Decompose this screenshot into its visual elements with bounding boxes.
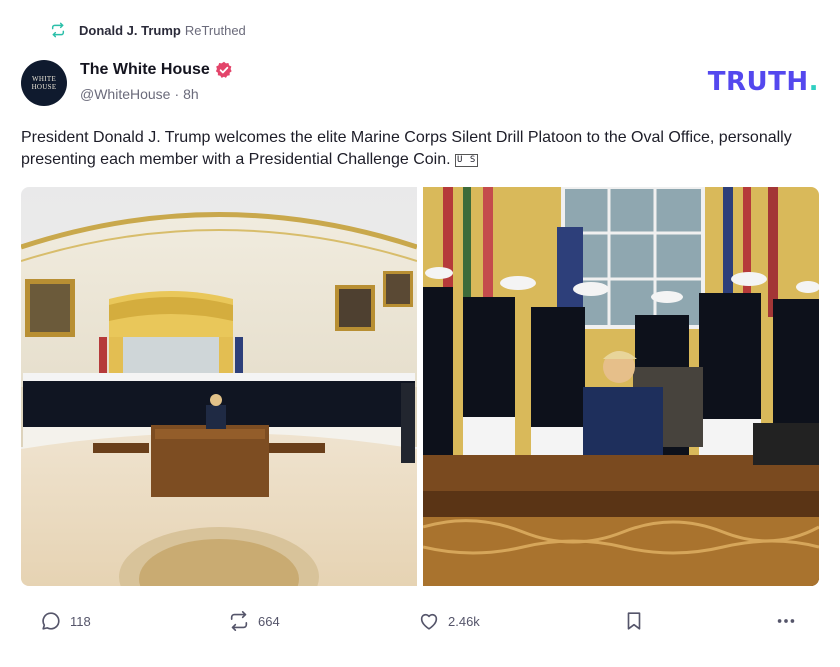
retruth-label: ReTruthed — [184, 22, 246, 38]
author-block: The White House @WhiteHouse · 8h — [80, 60, 233, 102]
like-count: 2.46k — [448, 613, 480, 629]
retruth-count: 664 — [258, 613, 280, 629]
reply-button[interactable]: 118 — [40, 608, 91, 634]
author-handle[interactable]: @WhiteHouse — [80, 86, 170, 102]
desk-coin-presentation-photo[interactable] — [423, 187, 819, 586]
truth-logo[interactable]: TRUTH. — [708, 67, 819, 97]
post-body: President Donald J. Trump welcomes the e… — [21, 127, 821, 171]
truth-logo-text: TRUTH — [707, 67, 809, 97]
bookmark-button[interactable] — [623, 608, 653, 634]
retruth-button[interactable]: 664 — [228, 608, 280, 634]
avatar[interactable]: WHITE HOUSE — [21, 60, 67, 106]
retruth-icon — [51, 22, 65, 38]
more-options-button[interactable] — [775, 608, 805, 634]
flag-emoji: U S — [455, 154, 479, 167]
reply-count: 118 — [70, 613, 91, 629]
truth-logo-dot: . — [808, 67, 819, 97]
oval-office-wide-photo[interactable] — [21, 187, 417, 586]
avatar-text: WHITE HOUSE — [31, 75, 57, 91]
like-button[interactable]: 2.46k — [418, 608, 480, 634]
post-time[interactable]: 8h — [183, 86, 199, 102]
post-header: WHITE HOUSE The White House @WhiteHouse … — [21, 59, 819, 107]
action-bar: 118 664 2.46k — [40, 608, 805, 634]
meta-separator: · — [174, 86, 180, 102]
media-gallery — [21, 187, 819, 586]
reply-icon — [42, 612, 60, 630]
more-icon — [777, 619, 795, 623]
retruth-action-icon — [230, 611, 248, 631]
author-name[interactable]: The White House — [80, 61, 210, 79]
retruth-user[interactable]: Donald J. Trump — [79, 23, 181, 38]
retruth-banner: Donald J. Trump ReTruthed — [50, 20, 246, 40]
post-text: President Donald J. Trump welcomes the e… — [21, 129, 792, 168]
heart-icon — [420, 613, 438, 630]
bookmark-icon — [627, 612, 641, 630]
verified-badge-icon — [215, 61, 232, 78]
